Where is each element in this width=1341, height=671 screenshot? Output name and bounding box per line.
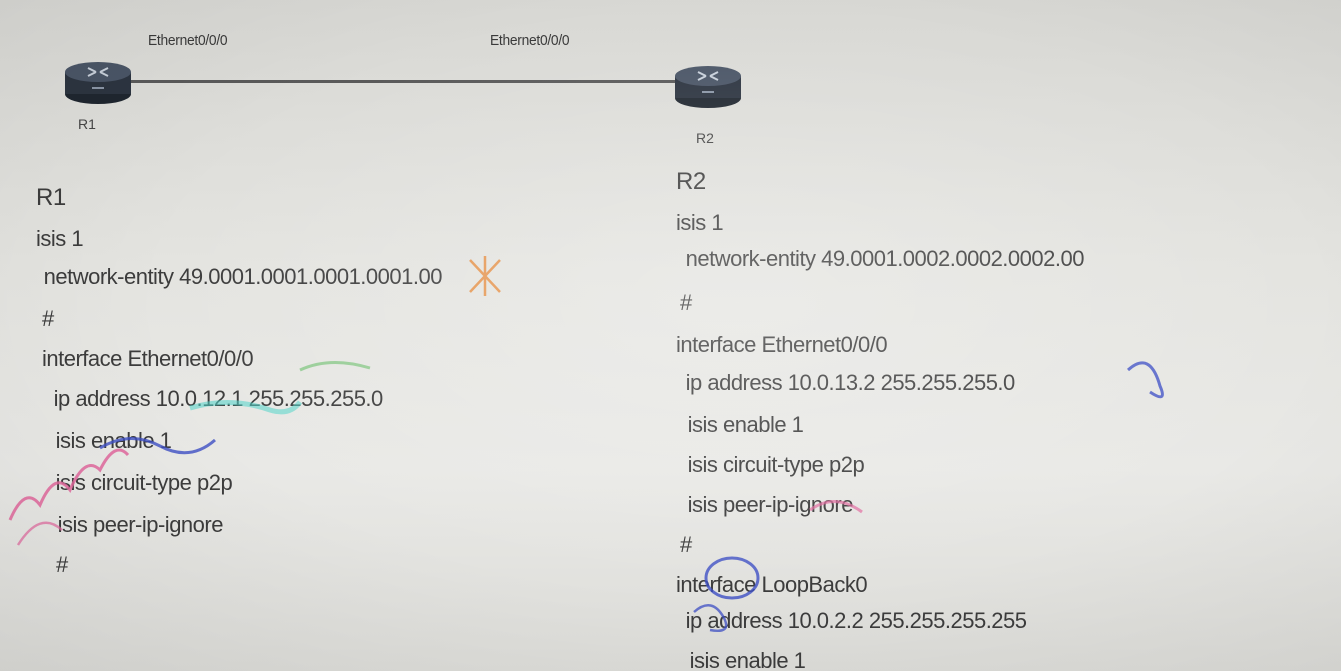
r1-label: R1 [78, 116, 96, 132]
r2-config-line: isis enable 1 [684, 648, 806, 671]
r2-config-line: ip address 10.0.2.2 255.255.255.255 [680, 608, 1027, 633]
r1-interface-label: Ethernet0/0/0 [148, 32, 228, 49]
r2-config-line: isis peer-ip-ignore [682, 492, 854, 517]
r2-config-title: R2 [676, 168, 706, 195]
r2-label: R2 [696, 130, 714, 146]
r1-config-line: isis enable 1 [50, 428, 172, 453]
r1-config-line: isis 1 [36, 226, 84, 251]
r1-config-line: network-entity 49.0001.0001.0001.0001.00 [38, 264, 443, 289]
r1-config-line: isis circuit-type p2p [50, 470, 233, 495]
r2-config-line: isis 1 [676, 210, 724, 235]
r2-interface-label: Ethernet0/0/0 [490, 32, 570, 49]
r2-config-line: ip address 10.0.13.2 255.255.255.0 [680, 370, 1016, 395]
photo-vignette [0, 0, 1341, 671]
ethernet-link [120, 80, 680, 83]
r1-config-line: # [42, 306, 54, 331]
r1-config-line: isis peer-ip-ignore [52, 512, 224, 537]
router-icon [65, 62, 131, 104]
r2-config-line: interface Ethernet0/0/0 [676, 332, 888, 357]
r2-config-line: interface LoopBack0 [676, 572, 868, 597]
r1-config-line: # [56, 552, 68, 577]
r1-config-title: R1 [36, 184, 66, 211]
r1-config-line: interface Ethernet0/0/0 [42, 346, 254, 371]
r2-config-line: # [680, 532, 692, 557]
r2-config-line: isis circuit-type p2p [682, 452, 865, 477]
handwritten-scribble-mark [8, 256, 1164, 632]
r2-config-line: isis enable 1 [682, 412, 804, 437]
r1-config-line: ip address 10.0.12.1 255.255.255.0 [48, 386, 384, 411]
r2-config-line: # [680, 290, 692, 315]
r2-config-line: network-entity 49.0001.0002.0002.0002.00 [680, 246, 1085, 271]
screenshot-canvas: Ethernet0/0/0 Ethernet0/0/0 R1 R2 R1 isi… [0, 0, 1341, 671]
router-icon [675, 66, 741, 108]
